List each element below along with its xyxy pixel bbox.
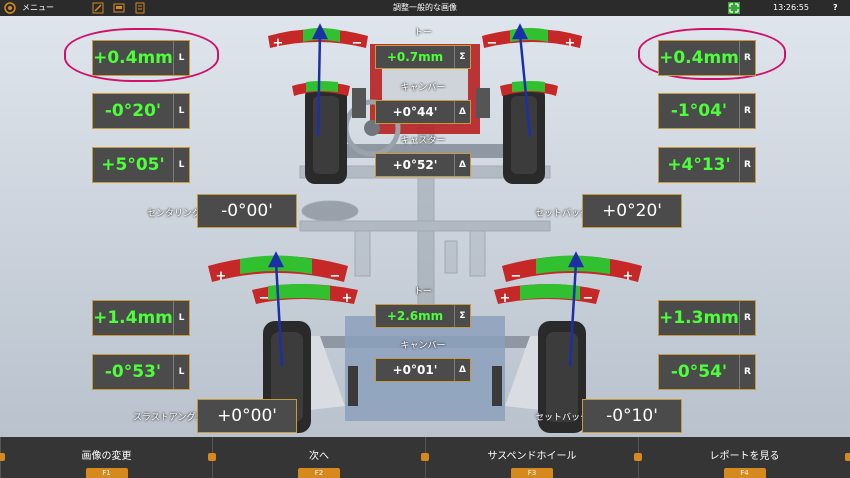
side-indicator: L	[173, 41, 189, 75]
gauge-minus-sign: −	[583, 291, 594, 306]
centering-label: センタリング	[147, 209, 202, 219]
front-total-toe-box: +0.7mm Σ	[375, 45, 471, 69]
function-key-bar: 画像の変更 F1 次へ F2 サスペンドホイール F3 レポートを見る F4	[0, 437, 850, 478]
front-left-toe-value: +0.4mm	[93, 48, 173, 68]
function-key-tag: F3	[511, 468, 553, 478]
side-indicator: R	[739, 301, 755, 335]
rear-cross-camber-box: +0°01' Δ	[375, 358, 471, 382]
button-label: 画像の変更	[81, 451, 132, 462]
gauge-minus-sign: −	[352, 36, 363, 51]
front-setback-box: +0°20'	[582, 194, 682, 228]
delta-symbol: Δ	[454, 101, 470, 123]
delta-symbol: Δ	[454, 359, 470, 381]
gauge-minus-sign: −	[487, 36, 498, 51]
rear-left-camber-box: -0°53' L	[92, 354, 190, 390]
gauge-plus-sign: +	[500, 291, 511, 306]
front-right-camber-box: -1°04' R	[658, 93, 756, 129]
front-setback-label: セットバック	[535, 209, 590, 219]
front-left-camber-box: -0°20' L	[92, 93, 190, 129]
rear-cross-camber-value: +0°01'	[392, 363, 438, 377]
front-cross-camber-value: +0°44'	[392, 105, 438, 119]
rear-left-toe-box: +1.4mm L	[92, 300, 190, 336]
thrust-angle-value: +0°00'	[217, 406, 277, 426]
divider-knob	[421, 453, 429, 461]
gauge-plus-sign: +	[273, 36, 284, 51]
front-right-toe-value: +0.4mm	[659, 48, 739, 68]
front-setback-value: +0°20'	[602, 201, 662, 221]
change-image-button[interactable]: 画像の変更 F1	[0, 437, 212, 478]
side-indicator: L	[173, 148, 189, 182]
function-key-tag: F1	[85, 468, 128, 478]
divider-knob	[845, 453, 850, 461]
rear-left-toe-value: +1.4mm	[93, 308, 173, 328]
rear-center-camber-label: キャンバー	[400, 341, 446, 351]
side-indicator: L	[173, 355, 189, 389]
function-key-tag: F2	[298, 468, 340, 478]
side-indicator: L	[173, 94, 189, 128]
suspend-wheel-button[interactable]: サスペンドホイール F3	[425, 437, 638, 478]
front-left-toe-box: +0.4mm L	[92, 40, 190, 76]
front-center-camber-label: キャンバー	[400, 83, 446, 93]
page-title: 調整一般的な画像	[393, 3, 457, 12]
centering-value: -0°00'	[221, 201, 273, 221]
gauge-minus-sign: −	[330, 269, 341, 284]
front-center-caster-label: キャスター	[400, 136, 446, 146]
rear-right-camber-value: -0°54'	[670, 362, 728, 382]
thrust-angle-box: +0°00'	[197, 399, 297, 433]
front-left-caster-box: +5°05' L	[92, 147, 190, 183]
sum-symbol: Σ	[454, 46, 470, 68]
gauge-minus-sign: −	[259, 291, 270, 306]
side-indicator: R	[739, 355, 755, 389]
rear-setback-box: -0°10'	[582, 399, 682, 433]
function-key-tag: F4	[723, 468, 766, 478]
help-button[interactable]: ?	[833, 2, 838, 14]
front-left-caster-value: +5°05'	[101, 155, 165, 175]
rear-total-toe-box: +2.6mm Σ	[375, 304, 471, 328]
gauge-minus-sign: −	[511, 269, 522, 284]
gauge-plus-sign: +	[216, 269, 227, 284]
button-label: 次へ	[309, 451, 329, 462]
front-left-camber-value: -0°20'	[104, 101, 162, 121]
side-indicator: R	[739, 94, 755, 128]
front-cross-caster-box: +0°52' Δ	[375, 153, 471, 177]
front-total-toe-value: +0.7mm	[386, 50, 444, 64]
rear-right-toe-box: +1.3mm R	[658, 300, 756, 336]
rear-right-toe-value: +1.3mm	[659, 308, 739, 328]
gauge-plus-sign: +	[342, 291, 353, 306]
front-right-caster-value: +4°13'	[667, 155, 731, 175]
rear-center-toe-label: トー	[413, 287, 432, 297]
thrust-angle-label: スラストアングル	[133, 413, 205, 423]
gauge-plus-sign: +	[565, 36, 576, 51]
button-label: サスペンドホイール	[487, 451, 577, 462]
front-center-toe-label: トー	[413, 28, 432, 38]
rear-total-toe-value: +2.6mm	[386, 309, 444, 323]
front-right-camber-value: -1°04'	[670, 101, 728, 121]
front-cross-camber-box: +0°44' Δ	[375, 100, 471, 124]
front-right-toe-box: +0.4mm R	[658, 40, 756, 76]
view-report-button[interactable]: レポートを見る F4	[638, 437, 850, 478]
lift-status-icon	[728, 2, 740, 14]
front-right-caster-box: +4°13' R	[658, 147, 756, 183]
gauge-plus-sign: +	[623, 269, 634, 284]
delta-symbol: Δ	[454, 154, 470, 176]
divider-knob	[0, 453, 5, 461]
top-bar: メニュー 調整一般的な画像 13:26:55 ?	[0, 0, 850, 16]
rear-setback-label: セットバック	[535, 413, 590, 423]
centering-box: -0°00'	[197, 194, 297, 228]
rear-right-camber-box: -0°54' R	[658, 354, 756, 390]
side-indicator: L	[173, 301, 189, 335]
rear-left-camber-value: -0°53'	[104, 362, 162, 382]
divider-knob	[634, 453, 642, 461]
sum-symbol: Σ	[454, 305, 470, 327]
rear-setback-value: -0°10'	[606, 406, 658, 426]
front-cross-caster-value: +0°52'	[392, 158, 438, 172]
alignment-view: + − − + + − − + − + + − +0.4mm L -0°20' …	[0, 16, 850, 437]
clock: 13:26:55	[773, 3, 809, 12]
next-button[interactable]: 次へ F2	[212, 437, 425, 478]
divider-knob	[208, 453, 216, 461]
side-indicator: R	[739, 41, 755, 75]
side-indicator: R	[739, 148, 755, 182]
button-label: レポートを見る	[709, 451, 780, 462]
